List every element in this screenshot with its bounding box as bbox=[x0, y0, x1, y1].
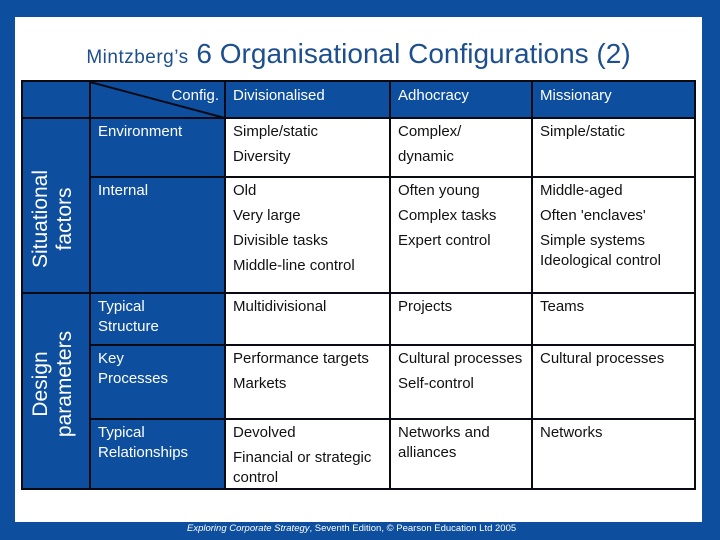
table-cell: Teams bbox=[532, 293, 694, 345]
cell-text: Simple/static bbox=[233, 123, 319, 140]
group-label-line: Design bbox=[29, 351, 52, 417]
book-title: Exploring Corporate Strategy bbox=[187, 523, 310, 534]
column-header-label: Divisionalised bbox=[233, 87, 325, 104]
cell-text: Simple/static bbox=[540, 123, 626, 140]
row-label-cell: Typical Relationships bbox=[90, 419, 225, 488]
row-label-cell: Typical Structure bbox=[90, 293, 225, 345]
group-label-line: factors bbox=[53, 187, 76, 251]
title-prefix: Mintzberg’s bbox=[86, 47, 189, 68]
cell-text: Often young bbox=[398, 182, 480, 199]
grid-line bbox=[389, 82, 391, 488]
cell-text: Middle-line control bbox=[233, 257, 355, 274]
footer-rest: , Seventh Edition, © Pearson Education L… bbox=[309, 523, 517, 534]
column-header-missionary: Missionary bbox=[532, 82, 694, 118]
table-cell: Often young Complex tasks Expert control bbox=[390, 177, 532, 293]
table-cell: Networks and alliances bbox=[390, 419, 532, 488]
table-cell: Cultural processes bbox=[532, 345, 694, 419]
grid-line bbox=[23, 117, 694, 119]
table-cell: Devolved Financial or strategic control bbox=[225, 419, 390, 488]
table-cell: Projects bbox=[390, 293, 532, 345]
cell-text: Networks and alliances bbox=[398, 424, 490, 461]
configurations-table: Config. Divisionalised Adhocracy Mission… bbox=[21, 80, 696, 490]
table-cell: Cultural processes Self-control bbox=[390, 345, 532, 419]
row-label: Environment bbox=[98, 123, 183, 140]
row-label: Typical Relationships bbox=[98, 424, 189, 461]
grid-line bbox=[90, 418, 694, 420]
row-label-cell: Environment bbox=[90, 118, 225, 177]
cell-text: Devolved bbox=[233, 424, 296, 441]
table-cell: Old Very large Divisible tasks Middle-line … bbox=[225, 177, 390, 293]
title-main: 6 Organisational Configurations (2) bbox=[196, 38, 631, 69]
row-label-cell: Key Processes bbox=[90, 345, 225, 419]
cell-text: Old bbox=[233, 182, 257, 199]
grid-line bbox=[90, 344, 694, 346]
cell-text: Projects bbox=[398, 298, 453, 315]
table-cell: Networks bbox=[532, 419, 694, 488]
table-cell: Multidivisional bbox=[225, 293, 390, 345]
cell-text: Markets bbox=[233, 375, 287, 392]
cell-text: Often 'enclaves' bbox=[540, 207, 646, 224]
cell-text: Teams bbox=[540, 298, 585, 315]
row-label: Key Processes bbox=[98, 350, 169, 387]
table-cell: Simple/static bbox=[532, 118, 694, 177]
grid-line bbox=[89, 82, 91, 488]
row-label-cell: Internal bbox=[90, 177, 225, 293]
cell-text: dynamic bbox=[398, 148, 454, 165]
cell-text: Expert control bbox=[398, 232, 491, 249]
group-design-parameters: Design parameters bbox=[23, 293, 90, 488]
table-cell: Performance targets Markets bbox=[225, 345, 390, 419]
cell-text: Very large bbox=[233, 207, 301, 224]
table-cell: Complex/dynamic bbox=[390, 118, 532, 177]
table-cell: Middle-aged Often 'enclaves' Simple system… bbox=[532, 177, 694, 293]
grid-line bbox=[531, 82, 533, 488]
column-header-label: Missionary bbox=[540, 87, 612, 104]
grid-line bbox=[23, 292, 694, 294]
cell-text: Networks bbox=[540, 424, 603, 441]
row-label: Typical Structure bbox=[98, 298, 159, 335]
grid-line bbox=[90, 176, 694, 178]
cell-text: Cultural processes bbox=[398, 350, 523, 367]
grid-line bbox=[224, 82, 226, 488]
group-label: Situational factors bbox=[29, 160, 77, 278]
cell-text: Complex tasks bbox=[398, 207, 497, 224]
copyright-footer: Exploring Corporate Strategy, Seventh Ed… bbox=[187, 523, 516, 535]
cell-text: Multidivisional bbox=[233, 298, 327, 315]
cell-text: Diversity bbox=[233, 148, 291, 165]
cell-text: Middle-aged bbox=[540, 182, 623, 199]
cell-text: Financial or strategic control bbox=[233, 449, 372, 486]
row-label: Internal bbox=[98, 182, 149, 199]
cell-text: Self-control bbox=[398, 375, 474, 392]
cell-text: Performance targets bbox=[233, 350, 369, 367]
cell-text: Divisible tasks bbox=[233, 232, 329, 249]
group-label: Design parameters bbox=[29, 321, 77, 447]
column-header-label: Adhocracy bbox=[398, 87, 469, 104]
group-label-line: Situational bbox=[29, 169, 52, 269]
cell-text: Complex/ bbox=[398, 123, 462, 140]
table-cell: Simple/static Diversity bbox=[225, 118, 390, 177]
cell-text: Simple systems Ideological control bbox=[540, 232, 661, 269]
column-header-divisionalised: Divisionalised bbox=[225, 82, 390, 118]
group-situational-factors: Situational factors bbox=[23, 118, 90, 293]
group-label-line: parameters bbox=[53, 330, 76, 438]
cell-text: Cultural processes bbox=[540, 350, 665, 367]
slide-title: Mintzberg’s 6 Organisational Configurati… bbox=[15, 38, 702, 74]
column-header-adhocracy: Adhocracy bbox=[390, 82, 532, 118]
